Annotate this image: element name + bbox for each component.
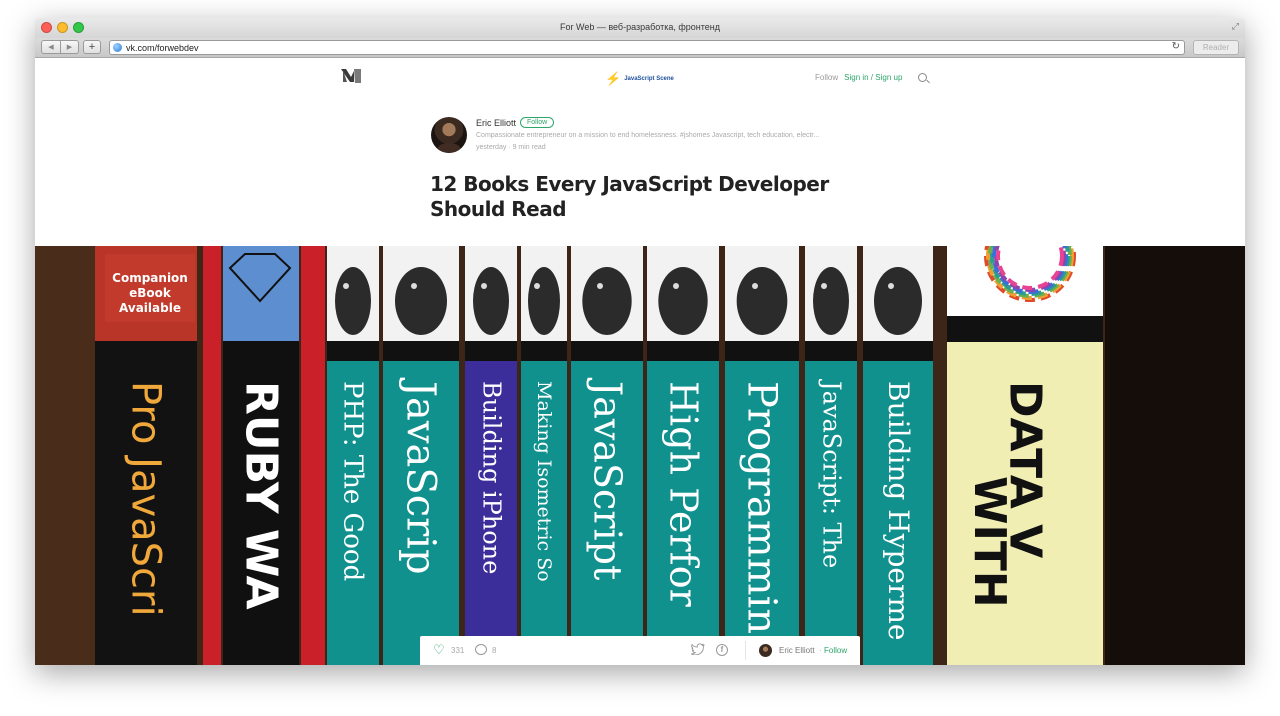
author-avatar[interactable] xyxy=(431,117,467,153)
sign-in-link[interactable]: Sign in / Sign up xyxy=(844,73,902,82)
badge-line: Companion xyxy=(112,271,188,285)
nav-actions: Follow Sign in / Sign up xyxy=(815,73,928,82)
browser-toolbar: ◀ ▶ + vk.com/forwebdev ↻ Reader xyxy=(35,38,1245,58)
title-bar: For Web — веб-разработка, фронтенд ⤢ xyxy=(35,18,1245,38)
book-spine: High Perfor xyxy=(647,246,719,665)
forward-button[interactable]: ▶ xyxy=(60,41,78,53)
nav-follow-link[interactable]: Follow xyxy=(815,73,838,82)
action-bar-author[interactable]: Eric Elliott xyxy=(779,646,815,655)
article-title: 12 Books Every JavaScript Developer Shou… xyxy=(430,172,829,221)
comment-icon[interactable] xyxy=(475,644,487,655)
publication-name: JavaScript Scene xyxy=(624,76,674,82)
hero-image: Pro JavaScri RUBY WA PHP: The Good JavaScri… xyxy=(35,246,1245,665)
author-name[interactable]: Eric Elliott xyxy=(476,118,516,128)
book-spine: Building iPhone xyxy=(465,246,517,665)
publication-logo[interactable]: ⚡ JavaScript Scene xyxy=(605,71,674,87)
back-button[interactable]: ◀ xyxy=(42,41,60,53)
book-title: Programming xyxy=(739,381,785,660)
window-title: For Web — веб-разработка, фронтенд xyxy=(560,22,720,32)
heart-icon[interactable]: ♡ xyxy=(433,643,445,656)
book-title: JavaScript: The xyxy=(817,378,845,568)
new-tab-button[interactable]: + xyxy=(83,40,101,54)
book-title: Building iPhone xyxy=(477,381,505,574)
book-spine xyxy=(203,246,221,665)
twitter-icon[interactable] xyxy=(691,643,705,655)
lightning-icon: ⚡ xyxy=(605,71,622,86)
author-follow-button[interactable]: Follow xyxy=(520,117,555,128)
reader-button[interactable]: Reader xyxy=(1193,40,1239,55)
book-spine: JavaScrip xyxy=(383,246,459,665)
book-spine xyxy=(301,246,325,665)
facebook-icon[interactable]: f xyxy=(716,644,728,656)
author-header: Eric Elliott Follow Compassionate entrep… xyxy=(431,116,861,156)
like-count: 331 xyxy=(451,646,465,655)
action-bar-separator: · xyxy=(819,646,822,655)
fullscreen-icon[interactable]: ⤢ xyxy=(1232,21,1239,32)
book-title: Pro JavaScri xyxy=(123,381,169,617)
book-spine: Building Hyperme xyxy=(863,246,933,665)
post-action-bar: ♡ 331 8 f Eric Elliott · Follow xyxy=(420,636,860,665)
search-icon[interactable] xyxy=(918,73,928,82)
book-title: PHP: The Good xyxy=(338,381,368,581)
book-spine: Making Isometric So xyxy=(521,246,567,665)
book-title: JavaScrip xyxy=(398,377,444,575)
bookshelf-illustration: Pro JavaScri RUBY WA PHP: The Good JavaScri… xyxy=(35,246,1245,665)
book-spine: RUBY WA xyxy=(223,246,299,665)
book-spine: JavaScript: The xyxy=(805,246,857,665)
book-title: Building Hyperme xyxy=(882,381,915,641)
book-title: High Perfor xyxy=(661,381,705,608)
medium-article-page: ⚡ JavaScript Scene Follow Sign in / Sign… xyxy=(35,58,1245,665)
medium-logo-icon[interactable] xyxy=(341,68,361,84)
book-spine: JavaScript xyxy=(571,246,643,665)
book-title: Making Isometric So xyxy=(533,381,555,582)
book-title: WITH xyxy=(964,476,1015,608)
book-spine: PHP: The Good xyxy=(327,246,379,665)
post-meta: yesterday · 9 min read xyxy=(476,144,546,151)
book-title: JavaScript xyxy=(585,377,629,580)
reload-icon[interactable]: ↻ xyxy=(1172,41,1180,52)
author-mini-avatar[interactable] xyxy=(759,644,772,657)
history-buttons: ◀ ▶ xyxy=(41,40,79,54)
badge-line: Available xyxy=(119,301,181,315)
url-text[interactable]: vk.com/forwebdev xyxy=(126,43,199,53)
book-title: RUBY WA xyxy=(235,381,286,610)
badge-line: eBook xyxy=(129,286,172,300)
author-bio: Compassionate entrepreneur on a mission … xyxy=(476,132,820,139)
comment-count: 8 xyxy=(492,646,497,655)
top-navigation: ⚡ JavaScript Scene Follow Sign in / Sign… xyxy=(35,58,1245,98)
browser-window: For Web — веб-разработка, фронтенд ⤢ ◀ ▶… xyxy=(35,18,1245,665)
book-spine: Programming xyxy=(725,246,799,665)
address-bar[interactable]: vk.com/forwebdev ↻ xyxy=(109,40,1185,55)
action-bar-follow[interactable]: Follow xyxy=(824,646,847,655)
globe-icon xyxy=(113,43,122,52)
action-divider xyxy=(745,641,746,660)
companion-ebook-badge: CompanioneBookAvailable xyxy=(105,254,195,322)
